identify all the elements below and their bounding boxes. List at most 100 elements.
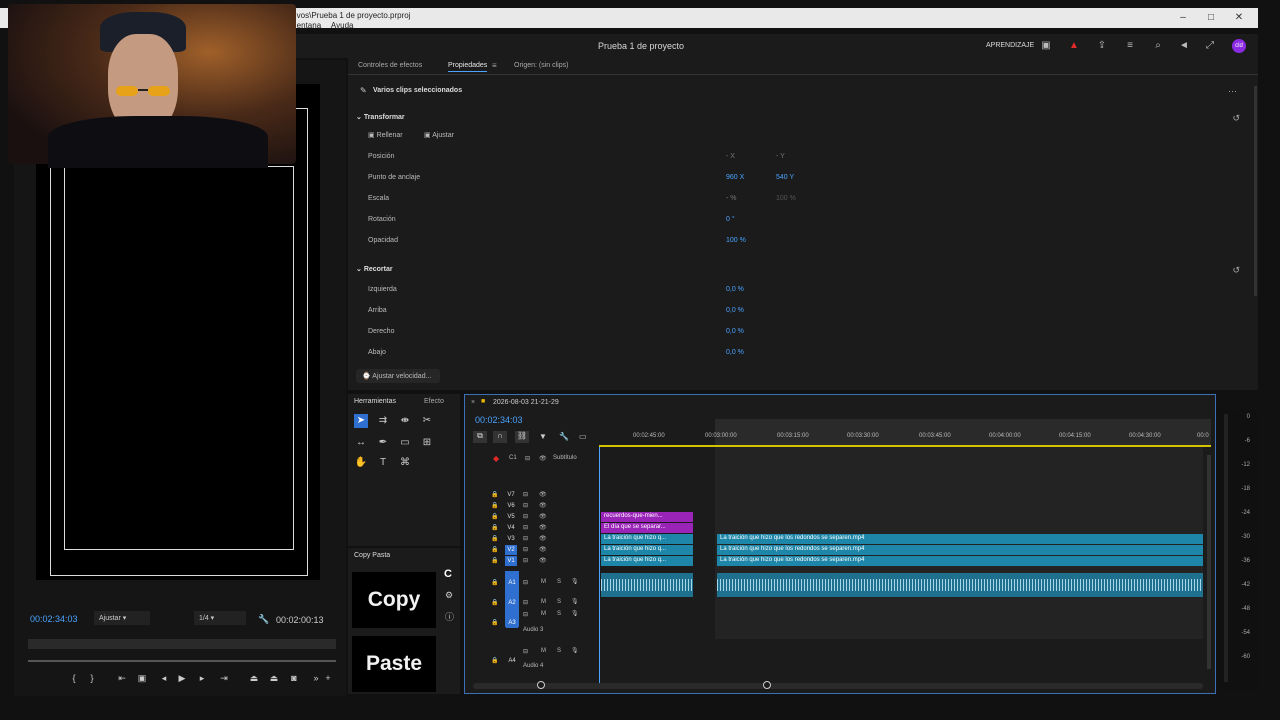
clip-v4[interactable]: El día que se separar... <box>601 523 693 533</box>
track-v1[interactable]: V1 <box>505 556 517 566</box>
export-frame-icon[interactable]: ◙ <box>288 672 300 684</box>
scroll-handle-left[interactable] <box>537 681 545 689</box>
scroll-handle-right[interactable] <box>763 681 771 689</box>
hand-icon[interactable]: ✋ <box>354 456 368 470</box>
quality-select[interactable]: 1/4 ▾ <box>194 611 246 625</box>
fullscreen-icon[interactable]: ⤢ <box>1204 40 1216 52</box>
vertical-scrollbar[interactable] <box>1207 455 1211 669</box>
crop-bottom-value[interactable]: 0,0 % <box>726 349 744 356</box>
crop-section[interactable]: ⌄ Recortar <box>356 265 393 273</box>
clip-v5[interactable]: recuerdos-que-mien... <box>601 512 693 522</box>
lock-icon[interactable]: 🔒 <box>491 599 498 606</box>
marker-icon[interactable]: ▼ <box>539 432 547 441</box>
audio-clip-a1-short[interactable] <box>601 573 693 597</box>
sync-icon[interactable]: ⊟ <box>523 502 528 509</box>
eye-icon[interactable]: 👁 <box>539 557 547 564</box>
subtitle-sync-icon[interactable]: ⊟ <box>525 455 530 462</box>
mute-button[interactable]: M <box>541 579 546 585</box>
mark-out-icon[interactable]: } <box>86 672 98 684</box>
tab-menu-icon[interactable]: ≡ <box>492 61 497 70</box>
more-options-icon[interactable]: ⋯ <box>1228 86 1237 97</box>
eye-icon[interactable]: 👁 <box>539 513 547 520</box>
lock-icon[interactable]: 🔒 <box>491 502 498 509</box>
nest-icon[interactable]: ⧉ <box>473 431 487 443</box>
close-sequence-icon[interactable]: × <box>471 399 475 406</box>
crop-reset-icon[interactable]: ↺ <box>1232 265 1240 276</box>
mic-icon[interactable]: 🎙 <box>571 578 579 585</box>
speed-button[interactable]: ⌚ Ajustar velocidad... <box>356 369 440 383</box>
solo-button[interactable]: S <box>557 579 561 585</box>
program-timecode[interactable]: 00:02:34:03 <box>30 614 78 624</box>
clip-v3-short[interactable]: La traición que hizo q... <box>601 534 693 544</box>
sync-icon[interactable]: ⊟ <box>523 599 528 606</box>
settings-icon[interactable]: ⚙ <box>445 590 453 601</box>
sync-icon[interactable]: ⊟ <box>523 648 528 655</box>
lock-icon[interactable]: 🔒 <box>491 657 498 664</box>
mic-icon[interactable]: 🎙 <box>571 647 579 654</box>
playhead[interactable] <box>599 447 600 683</box>
opacity-value[interactable]: 100 % <box>726 237 746 244</box>
snap-icon[interactable]: ∩ <box>493 431 507 443</box>
sequence-name[interactable]: 2026-08-03 21-21-29 <box>493 399 559 406</box>
more-controls-icon[interactable]: » <box>310 672 322 684</box>
track-select-icon[interactable]: ⇉ <box>376 414 390 428</box>
sync-icon[interactable]: ⊟ <box>523 557 528 564</box>
extract-icon[interactable]: ⏏ <box>268 672 280 684</box>
subtitle-eye-icon[interactable]: 👁 <box>539 455 547 462</box>
tab-source[interactable]: Origen: (sin clips) <box>514 62 568 69</box>
eye-icon[interactable]: 👁 <box>539 491 547 498</box>
track-v5[interactable]: V5 <box>505 512 517 522</box>
mute-button[interactable]: M <box>541 599 546 605</box>
track-a1[interactable]: A1 <box>506 578 518 588</box>
crop-left-value[interactable]: 0,0 % <box>726 286 744 293</box>
clip-v3-long[interactable]: La traición que hizo que los redondos se… <box>717 534 1203 544</box>
mic-icon[interactable]: 🎙 <box>571 610 579 617</box>
mic-icon[interactable]: 🎙 <box>571 598 579 605</box>
timeline-wrench-icon[interactable]: 🔧 <box>559 432 569 441</box>
crop-right-value[interactable]: 0,0 % <box>726 328 744 335</box>
clip-v1-short[interactable]: La traición que hizo q... <box>601 556 693 566</box>
lock-icon[interactable]: 🔒 <box>491 513 498 520</box>
eye-icon[interactable]: 👁 <box>539 546 547 553</box>
lock-icon[interactable]: 🔒 <box>491 546 498 553</box>
fit-button[interactable]: ▣ Ajustar <box>424 131 454 139</box>
sync-icon[interactable]: ⊟ <box>523 535 528 542</box>
rotation-value[interactable]: 0 ° <box>726 216 735 223</box>
panel-icon[interactable]: ▣ <box>1040 40 1052 52</box>
clip-v2-short[interactable]: La traición que hizo q... <box>601 545 693 555</box>
transform-reset-icon[interactable]: ↺ <box>1232 113 1240 124</box>
sync-icon[interactable]: ⊟ <box>523 546 528 553</box>
selection-tool-icon[interactable]: ➤ <box>354 414 368 428</box>
info-icon[interactable]: ⓘ <box>445 610 454 623</box>
position-x[interactable]: - X <box>726 153 735 160</box>
sync-icon[interactable]: ⊟ <box>523 491 528 498</box>
props-scrollbar[interactable] <box>1254 86 1257 296</box>
lock-icon[interactable]: 🔒 <box>491 491 498 498</box>
minimize-button[interactable]: – <box>1176 12 1190 23</box>
timeline-zoom-scrollbar[interactable] <box>473 683 1203 689</box>
captions-icon[interactable]: ▭ <box>579 432 587 441</box>
razor-icon[interactable]: ✂ <box>420 414 434 428</box>
step-forward-icon[interactable]: ▸ <box>196 672 208 684</box>
close-button[interactable]: ✕ <box>1232 12 1246 23</box>
sync-icon[interactable]: ⊟ <box>523 611 528 618</box>
mark-in-icon[interactable]: { <box>68 672 80 684</box>
tab-effect-controls[interactable]: Controles de efectos <box>358 62 422 69</box>
rectangle-icon[interactable]: ▭ <box>398 436 412 450</box>
solo-button[interactable]: S <box>557 611 561 617</box>
sync-icon[interactable]: ⊟ <box>523 513 528 520</box>
mute-button[interactable]: M <box>541 648 546 654</box>
program-zoom-scrollbar[interactable] <box>28 660 336 662</box>
track-a3[interactable]: A3 <box>506 618 518 628</box>
avatar[interactable]: cld <box>1232 39 1246 53</box>
track-a4[interactable]: A4 <box>506 656 518 666</box>
tab-tools[interactable]: Herramientas <box>354 398 396 405</box>
copy-button[interactable]: Copy <box>352 572 436 628</box>
sync-icon[interactable]: ⊟ <box>523 524 528 531</box>
pen-icon[interactable]: ✒ <box>376 436 390 450</box>
stop-icon[interactable]: ▣ <box>136 672 148 684</box>
go-to-in-icon[interactable]: ⇤ <box>116 672 128 684</box>
scale-value[interactable]: - % <box>726 195 737 202</box>
warning-icon[interactable]: ▲ <box>1068 40 1080 52</box>
menu-icon[interactable]: ≡ <box>1124 40 1136 52</box>
